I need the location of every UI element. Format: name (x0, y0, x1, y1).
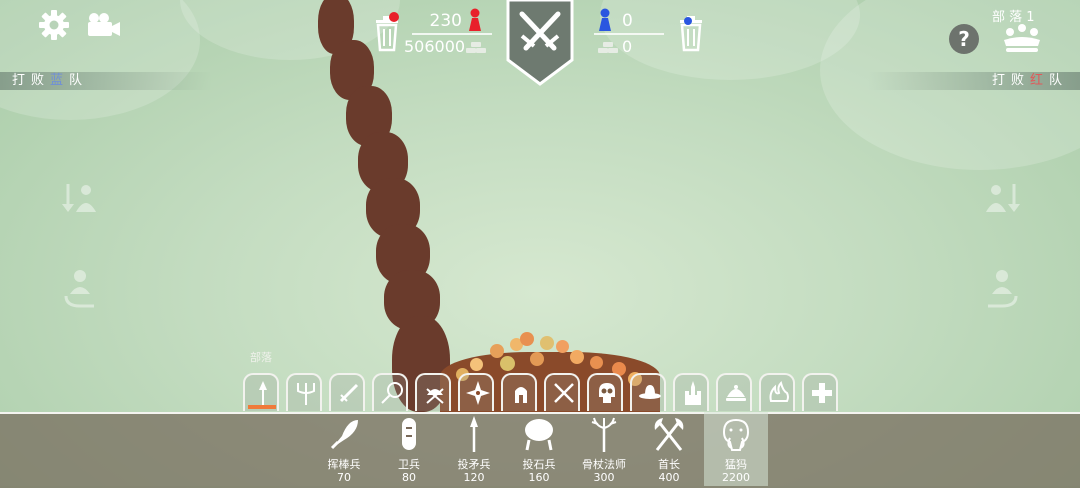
skull-icon (599, 383, 615, 403)
unit-head (520, 332, 534, 346)
unit-name: 卫兵 (398, 458, 420, 471)
faction-tab-medieval[interactable] (329, 373, 365, 411)
spear-icon (259, 381, 267, 405)
boulder-thrower-icon (525, 419, 553, 451)
faction-tab-evil[interactable] (759, 373, 795, 411)
unit-cost: 160 (528, 471, 550, 484)
unit-head (530, 352, 544, 366)
cowboy-hat-icon (639, 385, 661, 399)
blue-unit-count: 0 (622, 11, 633, 31)
blue-divider (594, 33, 664, 35)
unit-cost: 80 (402, 471, 416, 484)
crossed-swords-shield-icon[interactable] (506, 0, 574, 90)
club-icon (330, 420, 358, 450)
camera-icon[interactable] (86, 12, 122, 42)
faction-tab-viking[interactable] (415, 373, 451, 411)
unit-head (556, 340, 569, 353)
unit-undo-icon[interactable] (62, 268, 98, 312)
red-gold: 506000 (404, 37, 466, 56)
tribe-faction-icon[interactable] (1002, 22, 1042, 58)
gear-icon[interactable] (38, 9, 70, 45)
spartan-helmet-icon (515, 387, 527, 403)
pitchfork-icon (297, 383, 315, 405)
tea-icon (726, 385, 746, 401)
unit-cost: 300 (593, 471, 615, 484)
unit-name: 投石兵 (522, 458, 556, 471)
unit-head (470, 358, 483, 371)
active-tab-indicator (248, 405, 276, 409)
faction-tab-good[interactable] (716, 373, 752, 411)
unit-cost: 2200 (722, 471, 750, 484)
team-name-blue: 蓝 (50, 73, 70, 88)
red-unit-count: 230 (429, 11, 462, 31)
unit-club[interactable]: 挥棒兵 70 (312, 412, 376, 486)
blue-unit-icon (596, 8, 614, 36)
unit-redo-icon[interactable] (984, 268, 1020, 312)
shuriken-icon (466, 381, 490, 405)
red-pawn-icon (388, 8, 400, 27)
faction-tab-dynasty[interactable] (458, 373, 494, 411)
unit-stoner[interactable]: 投石兵 160 (507, 412, 571, 486)
unit-spear-thrower[interactable]: 投矛兵 120 (442, 412, 506, 486)
faction-tab-farmer[interactable] (286, 373, 322, 411)
unit-head (540, 336, 554, 350)
unit-bone-mage[interactable]: 骨杖法师 300 (572, 412, 636, 486)
defeat-blue-banner: 打败蓝队 (0, 72, 212, 90)
faction-tab-fantasy[interactable] (372, 373, 408, 411)
blue-pawn-icon (682, 11, 694, 30)
spear-thrower-icon (470, 416, 478, 452)
unit-name: 猛犸 (725, 458, 747, 471)
antler-staff-icon (591, 417, 617, 452)
defeat-prefix: 打败 (12, 73, 51, 88)
unit-protector[interactable]: 卫兵 80 (377, 412, 441, 486)
unit-down-icon[interactable] (984, 180, 1020, 220)
faction-tab-tribal[interactable] (243, 373, 279, 411)
question-icon[interactable]: ? (948, 23, 980, 59)
team-name-red: 红 (1029, 73, 1049, 88)
unit-name: 挥棒兵 (327, 458, 361, 471)
svg-text:?: ? (958, 27, 970, 51)
crossed-swords-icon (554, 383, 574, 403)
faction-tab-ancient[interactable] (501, 373, 537, 411)
viking-helmet-icon (426, 388, 444, 404)
defeat-red-banner: 打败红队 (868, 72, 1080, 90)
defeat-suffix: 队 (69, 73, 89, 88)
unit-cost: 120 (463, 471, 485, 484)
red-divider (412, 33, 492, 35)
unit-head (490, 344, 504, 358)
unit-chieftain[interactable]: 首长 400 (637, 412, 701, 486)
faction-tab-caption: 部落 (250, 351, 272, 364)
defeat-suffix: 队 (1048, 73, 1068, 88)
red-unit-icon (466, 8, 484, 36)
gold-icon (596, 40, 620, 59)
defeat-prefix: 打败 (991, 73, 1030, 88)
faction-tab-legacy[interactable] (673, 373, 709, 411)
castle-icon (685, 381, 701, 405)
sword-icon (339, 383, 359, 403)
faction-tab-spooky[interactable] (587, 373, 623, 411)
flames-icon (769, 381, 789, 402)
unit-down-icon[interactable] (62, 180, 98, 220)
unit-name: 投矛兵 (457, 458, 491, 471)
unit-head (590, 356, 603, 369)
unit-name: 首长 (658, 458, 680, 471)
unit-mammoth[interactable]: 猛犸 2200 (704, 412, 768, 486)
unit-head (570, 350, 584, 364)
faction-tab-custom[interactable] (802, 373, 838, 411)
lollipop-icon (381, 382, 403, 404)
unit-cost: 400 (658, 471, 680, 484)
double-axe-icon (654, 418, 684, 451)
faction-tab-renaissance[interactable] (544, 373, 580, 411)
plus-icon (812, 383, 832, 403)
shield-guard-icon (402, 418, 416, 450)
blue-gold: 0 (622, 37, 633, 56)
faction-tab-wild-west[interactable] (630, 373, 666, 411)
unit-cost: 70 (337, 471, 351, 484)
mammoth-icon (722, 418, 750, 451)
gold-icon (464, 40, 488, 59)
unit-head (500, 356, 515, 371)
unit-name: 骨杖法师 (582, 458, 626, 471)
